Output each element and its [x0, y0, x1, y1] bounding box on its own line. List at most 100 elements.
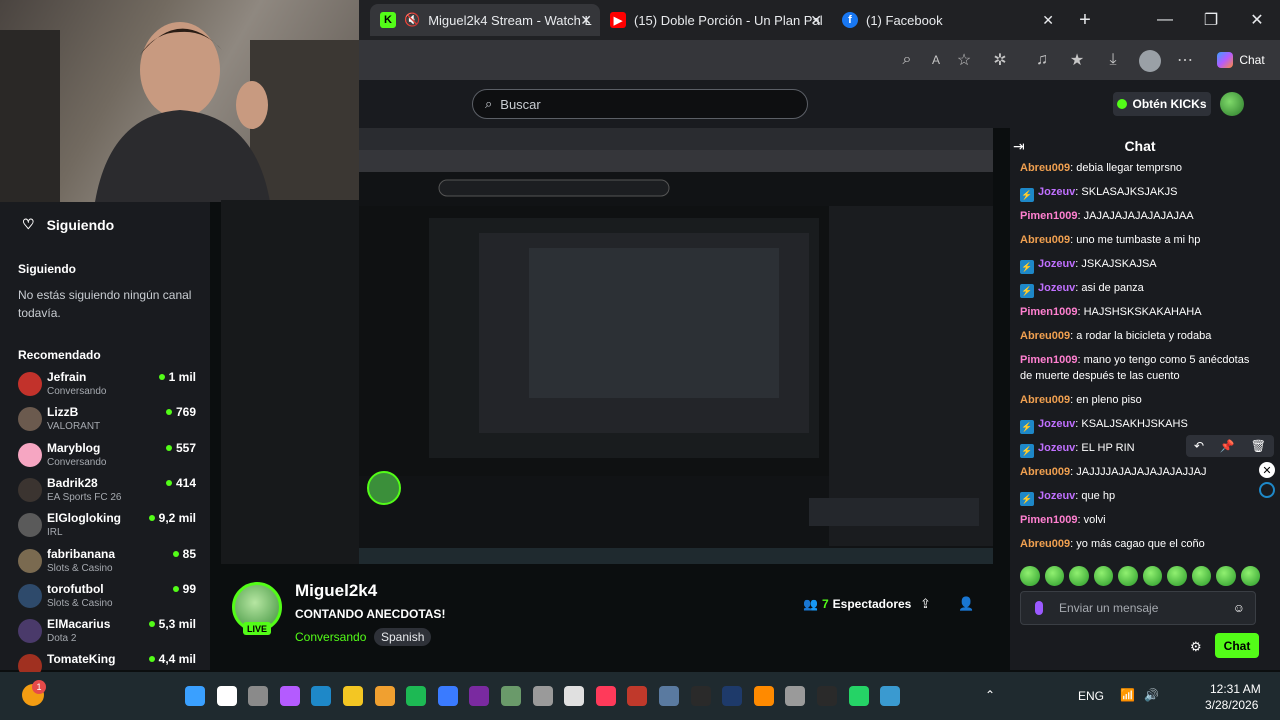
taskbar-app-icon[interactable]: [848, 686, 869, 706]
read-aloud-icon[interactable]: A: [926, 50, 946, 70]
chat-username[interactable]: Pimen1009: [1020, 306, 1077, 318]
tab-youtube[interactable]: ▶ (15) Doble Porción - Un Plan Pal ✕: [600, 4, 830, 36]
emote-icon[interactable]: [1240, 566, 1260, 586]
chat-settings-gear-icon[interactable]: ⚙: [1190, 639, 1202, 655]
emote-icon[interactable]: [1216, 566, 1236, 586]
chat-message[interactable]: Abreu009: debia llegar temprsno: [1020, 160, 1260, 176]
taskbar-app-icon[interactable]: [564, 686, 585, 706]
taskbar-app-icon[interactable]: [659, 686, 679, 706]
emote-icon[interactable]: [1069, 566, 1089, 586]
reply-icon[interactable]: ↶: [1194, 439, 1204, 453]
recommended-channel[interactable]: Badrik28 EA Sports FC 26 414: [18, 476, 198, 508]
chat-send-button[interactable]: Chat: [1215, 633, 1259, 658]
chat-message[interactable]: ⚡ Jozeuv: JSKAJSKAJSA: [1020, 256, 1260, 274]
wifi-icon[interactable]: 📶: [1120, 688, 1135, 702]
video-player[interactable]: [359, 128, 993, 564]
close-icon[interactable]: ✕: [810, 12, 822, 29]
chat-message[interactable]: Pimen1009: mano yo tengo como 5 anécdota…: [1020, 352, 1260, 384]
downloads-icon[interactable]: ⤓: [1103, 50, 1123, 70]
chat-username[interactable]: Pimen1009: [1020, 354, 1077, 366]
favorite-star-icon[interactable]: ☆: [954, 50, 974, 70]
emote-icon[interactable]: [1093, 566, 1113, 586]
chat-username[interactable]: Jozeuv: [1038, 282, 1075, 294]
chat-message[interactable]: ⚡ Jozeuv: asi de panza: [1020, 280, 1260, 298]
following-nav-item[interactable]: ♡ Siguiendo: [22, 216, 114, 233]
taskbar-app-icon[interactable]: [437, 686, 458, 706]
taskbar-app-icon[interactable]: [722, 686, 743, 706]
emote-icon[interactable]: [1167, 566, 1187, 586]
chat-username[interactable]: Abreu009: [1020, 394, 1070, 406]
chat-message[interactable]: Abreu009: uno me tumbaste a mi hp: [1020, 232, 1260, 248]
tab-facebook[interactable]: f (1) Facebook ✕: [832, 4, 1062, 36]
chat-message[interactable]: Abreu009: en pleno piso: [1020, 392, 1260, 408]
chat-message[interactable]: Pimen1009: JAJAJAJAJAJAJAJAA: [1020, 208, 1260, 224]
emote-icon[interactable]: [1020, 566, 1040, 586]
chat-message[interactable]: Abreu009: JAJJJJAJAJAJAJAJAJJAJ: [1020, 464, 1260, 480]
chat-username[interactable]: Abreu009: [1020, 234, 1070, 246]
emote-icon[interactable]: [1118, 566, 1138, 586]
search-input[interactable]: ⌕ Buscar: [472, 89, 808, 119]
tab-kick-stream[interactable]: K 🔇 Miguel2k4 Stream - Watch L ✕: [370, 4, 600, 36]
clock-time[interactable]: 12:31 AM: [1210, 682, 1261, 696]
taskbar-app-icon[interactable]: [817, 686, 837, 706]
recommended-channel[interactable]: Jefrain Conversando 1 mil: [18, 370, 198, 402]
chat-message[interactable]: Pimen1009: HAJSHSKSKAKAHAHA: [1020, 304, 1260, 320]
taskbar-app-icon[interactable]: [279, 686, 300, 706]
streamer-name[interactable]: Miguel2k4: [295, 581, 377, 601]
taskbar-app-icon[interactable]: [501, 686, 521, 706]
follow-user-icon[interactable]: 👤: [958, 596, 974, 612]
media-icon[interactable]: ♫: [1032, 50, 1052, 70]
chat-message[interactable]: ⚡ Jozeuv: KSALJSAKHJSKAHS: [1020, 416, 1260, 434]
close-circle-icon[interactable]: ✕: [1259, 462, 1275, 478]
chat-username[interactable]: Pimen1009: [1020, 514, 1077, 526]
chat-username[interactable]: Abreu009: [1020, 538, 1070, 550]
recommended-channel[interactable]: torofutbol Slots & Casino 99: [18, 582, 198, 614]
recommended-channel[interactable]: fabribanana Slots & Casino 85: [18, 547, 198, 579]
clock-date[interactable]: 3/28/2026: [1205, 698, 1258, 712]
profile-icon[interactable]: [1139, 50, 1161, 72]
taskbar-app-icon[interactable]: [406, 686, 427, 706]
close-icon[interactable]: ✕: [580, 12, 592, 29]
recommended-channel[interactable]: ElGlogloking IRL 9,2 mil: [18, 511, 198, 543]
chat-username[interactable]: Abreu009: [1020, 466, 1070, 478]
language-tag[interactable]: Spanish: [374, 628, 432, 646]
chat-username[interactable]: Pimen1009: [1020, 210, 1077, 222]
chat-username[interactable]: Jozeuv: [1038, 490, 1075, 502]
emote-icon[interactable]: [1142, 566, 1162, 586]
chat-username[interactable]: Jozeuv: [1038, 442, 1075, 454]
taskbar-app-icon[interactable]: [311, 686, 332, 706]
chat-username[interactable]: Jozeuv: [1038, 418, 1075, 430]
chat-message[interactable]: Abreu009: a rodar la bicicleta y rodaba: [1020, 328, 1260, 344]
taskbar-app-icon[interactable]: [880, 686, 901, 706]
recommended-channel[interactable]: LizzB VALORANT 769: [18, 405, 198, 437]
taskbar-app-icon[interactable]: [343, 686, 363, 706]
chat-message[interactable]: Pimen1009: volvi: [1020, 512, 1260, 528]
taskbar-app-icon[interactable]: [469, 686, 490, 706]
chat-username[interactable]: Jozeuv: [1038, 186, 1075, 198]
taskbar-app-icon[interactable]: [690, 686, 711, 706]
chat-message-input[interactable]: Enviar un mensaje ☺: [1020, 591, 1256, 625]
chat-message[interactable]: ⚡ Jozeuv: SKLASAJKSJAKJS: [1020, 184, 1260, 202]
stream-category-link[interactable]: Conversando: [295, 630, 366, 644]
copilot-chat-button[interactable]: Chat: [1211, 50, 1271, 70]
collapse-chat-icon[interactable]: ⇥: [1013, 138, 1025, 155]
get-kicks-button[interactable]: Obtén KICKs: [1113, 92, 1211, 116]
taskbar-app-icon[interactable]: [532, 686, 553, 706]
chat-username[interactable]: Abreu009: [1020, 162, 1070, 174]
microphone-icon[interactable]: [1035, 601, 1043, 615]
recommended-channel[interactable]: ElMacarius Dota 2 5,3 mil: [18, 617, 198, 649]
chat-username[interactable]: Jozeuv: [1038, 258, 1075, 270]
input-language[interactable]: ENG: [1078, 689, 1104, 703]
favorites-icon[interactable]: ★: [1067, 50, 1087, 70]
taskbar-app-icon[interactable]: [374, 686, 395, 706]
taskbar-app-icon[interactable]: [595, 686, 616, 706]
pin-icon[interactable]: 📌: [1220, 439, 1235, 453]
new-tab-button[interactable]: +: [1062, 0, 1108, 40]
chat-message[interactable]: Abreu009: yo más cagao que el coño: [1020, 536, 1260, 552]
recommended-channel[interactable]: Maryblog Conversando 557: [18, 441, 198, 473]
emoji-icon[interactable]: ☺: [1233, 601, 1245, 615]
emote-icon[interactable]: [1191, 566, 1211, 586]
taskbar-app-icon[interactable]: [248, 686, 269, 706]
restore-button[interactable]: ❐: [1188, 0, 1234, 40]
user-avatar[interactable]: [1220, 92, 1244, 116]
